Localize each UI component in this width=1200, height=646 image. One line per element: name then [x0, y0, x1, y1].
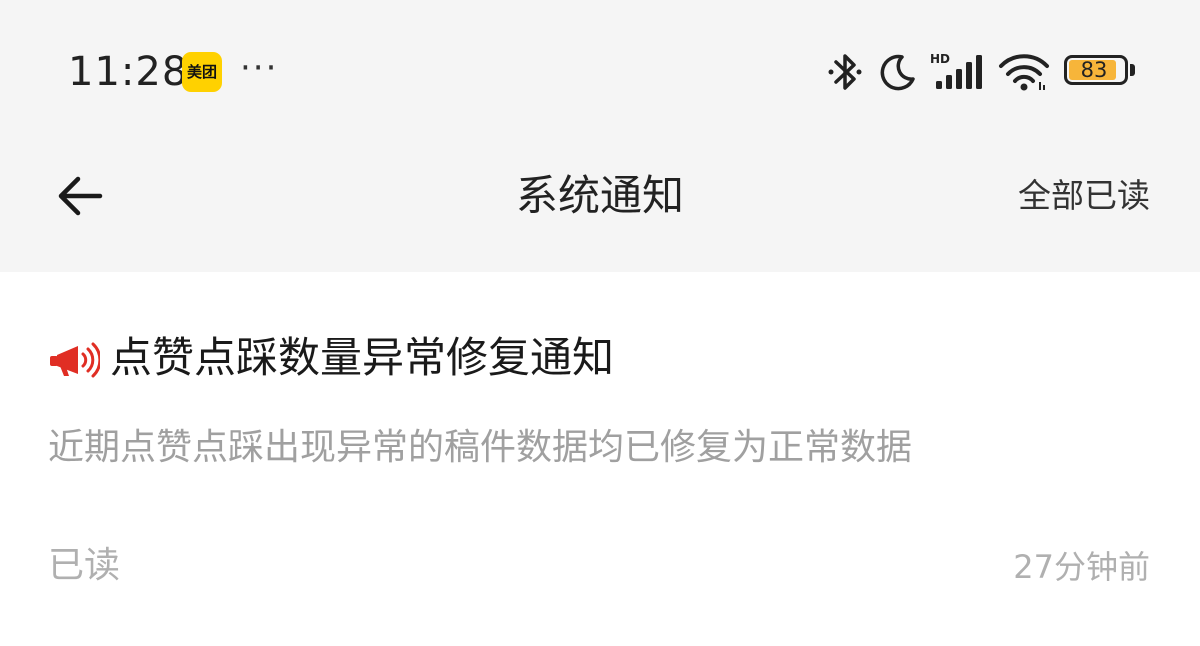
back-button[interactable] [48, 164, 112, 228]
notification-body: 近期点赞点踩出现异常的稿件数据均已修复为正常数据 [48, 427, 913, 468]
bluetooth-icon [826, 51, 864, 93]
meituan-app-icon: 美团 [182, 52, 222, 92]
signal-hd-icon: HD [930, 51, 984, 93]
read-status: 已读 [48, 545, 121, 586]
status-time: 11:28 [68, 49, 189, 95]
svg-text:HD: HD [930, 52, 950, 66]
notification-card[interactable]: 点赞点踩数量异常修复通知 近期点赞点踩出现异常的稿件数据均已修复为正常数据 已读… [0, 272, 1200, 646]
notification-title-row: 点赞点踩数量异常修复通知 [48, 328, 614, 388]
status-bar: 11:28 美团 ··· HD 83 [0, 0, 1200, 140]
page-title: 系统通知 [515, 171, 684, 220]
screen: 11:28 美团 ··· HD 83 系统通知 全部已读 点赞点踩数量异常修复通… [0, 0, 1200, 646]
status-icons: HD 83 [826, 50, 1136, 94]
notification-time: 27分钟前 [1013, 548, 1150, 586]
battery-icon: 83 [1064, 55, 1136, 89]
battery-level: 83 [1080, 58, 1108, 82]
wifi-icon [998, 52, 1050, 92]
mark-all-read-button[interactable]: 全部已读 [1018, 172, 1150, 220]
megaphone-icon [50, 342, 100, 378]
arrow-left-icon [58, 176, 103, 216]
more-notifications-icon: ··· [240, 48, 279, 88]
nav-bar: 系统通知 全部已读 [0, 140, 1200, 272]
moon-icon [878, 52, 916, 92]
notification-title: 点赞点踩数量异常修复通知 [110, 333, 615, 382]
